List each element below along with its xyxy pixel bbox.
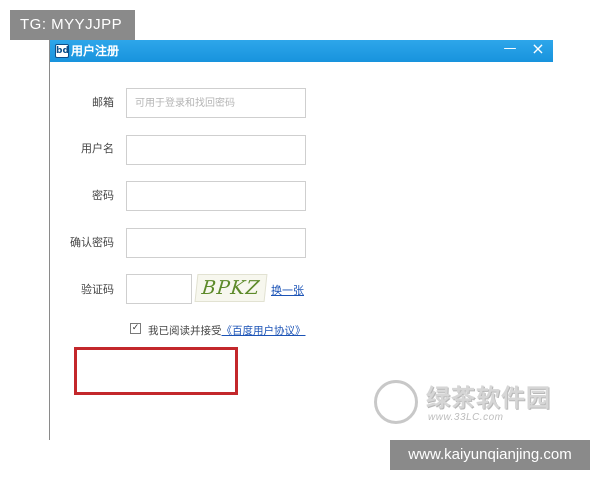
captcha-input[interactable] — [126, 274, 192, 304]
watermark-circle-icon — [374, 380, 418, 424]
watermark-logo: 绿茶软件园 www.33LC.com — [372, 372, 600, 432]
agreement-label: 我已阅读并接受 — [148, 325, 222, 337]
password-label: 密码 — [92, 189, 114, 202]
agreement-text: 我已阅读并接受《百度用户协议》 — [148, 323, 306, 338]
watermark-title: 绿茶软件园 — [426, 384, 551, 412]
close-button[interactable]: × — [526, 40, 550, 60]
highlight-box — [74, 347, 238, 395]
username-label: 用户名 — [81, 142, 114, 155]
confirm-password-field[interactable] — [126, 228, 306, 258]
minimize-button[interactable]: — — [498, 40, 522, 60]
tg-label: TG: MYYJJPP — [10, 10, 135, 40]
confirm-password-label: 确认密码 — [70, 236, 114, 249]
agree-checkbox[interactable]: ✓ — [130, 323, 141, 334]
email-field[interactable] — [126, 88, 306, 118]
captcha-image: BPKZ — [194, 274, 268, 302]
username-field[interactable] — [126, 135, 306, 165]
bd-logo-icon: bd — [55, 44, 69, 58]
refresh-captcha-link[interactable]: 换一张 — [271, 282, 304, 298]
site-label: www.kaiyunqianjing.com — [390, 440, 590, 470]
window-title: 用户注册 — [71, 44, 120, 58]
email-label: 邮箱 — [92, 96, 114, 109]
captcha-label: 验证码 — [81, 283, 114, 296]
title-bar[interactable]: bd 用户注册 — × — [50, 40, 553, 62]
password-field[interactable] — [126, 181, 306, 211]
watermark-url: www.33LC.com — [428, 412, 504, 423]
agreement-link[interactable]: 《百度用户协议》 — [222, 325, 306, 337]
